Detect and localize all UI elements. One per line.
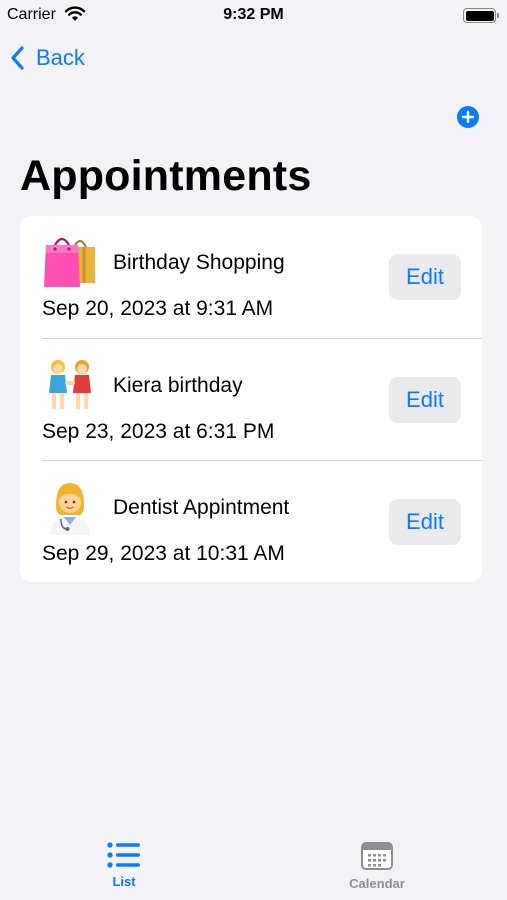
two-women-holding-hands-icon: [49, 360, 91, 409]
edit-button[interactable]: Edit: [389, 377, 461, 423]
tab-label: List: [112, 874, 136, 889]
tab-bar: List Calendar: [0, 830, 507, 900]
calendar-icon: [361, 842, 393, 870]
appointment-title: Dentist Appintment: [113, 496, 290, 519]
page-title: Appointments: [20, 152, 312, 200]
screen: Carrier 9:32 PM Back Appointments Birthd…: [0, 0, 507, 900]
appointment-datetime: Sep 29, 2023 at 10:31 AM: [42, 542, 285, 565]
list-icon: [107, 842, 140, 868]
chevron-left-icon: [11, 46, 24, 70]
back-button[interactable]: Back: [8, 42, 85, 74]
tab-calendar[interactable]: Calendar: [317, 842, 437, 891]
clock: 9:32 PM: [223, 6, 284, 23]
edit-button[interactable]: Edit: [389, 499, 461, 545]
plus-circle-icon: [461, 110, 475, 124]
tab-label: Calendar: [349, 876, 405, 891]
appointment-title: Birthday Shopping: [113, 251, 285, 274]
edit-button[interactable]: Edit: [389, 254, 461, 300]
appointment-datetime: Sep 23, 2023 at 6:31 PM: [42, 420, 275, 443]
add-appointment-button[interactable]: [457, 106, 479, 128]
appointments-list: Birthday Shopping Sep 20, 2023 at 9:31 A…: [20, 216, 482, 582]
appointment-datetime: Sep 20, 2023 at 9:31 AM: [42, 297, 274, 320]
shopping-bags-icon: [44, 237, 95, 287]
woman-health-worker-icon: [50, 483, 90, 535]
appointment-title: Kiera birthday: [113, 374, 243, 397]
battery-icon: [463, 8, 499, 23]
status-bar: Carrier 9:32 PM: [0, 0, 507, 30]
list-item[interactable]: Dentist Appintment Sep 29, 2023 at 10:31…: [20, 461, 482, 582]
list-item[interactable]: Birthday Shopping Sep 20, 2023 at 9:31 A…: [20, 216, 482, 338]
tab-list[interactable]: List: [64, 842, 184, 889]
list-item[interactable]: Kiera birthday Sep 23, 2023 at 6:31 PM E…: [20, 339, 482, 461]
back-label: Back: [36, 45, 85, 70]
